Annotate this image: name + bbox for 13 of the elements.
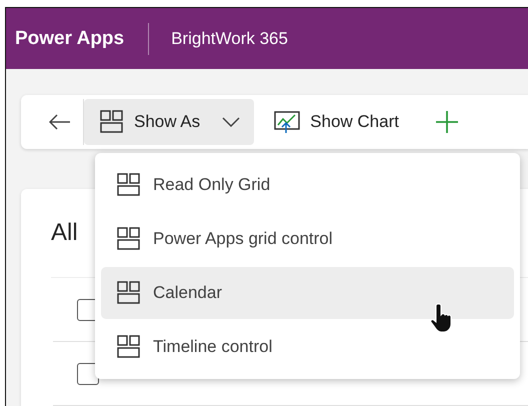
chevron-down-icon xyxy=(222,117,240,127)
grid-icon xyxy=(100,110,124,134)
view-title: All xyxy=(51,219,78,247)
app-name: Power Apps xyxy=(15,28,124,50)
grid-icon xyxy=(117,227,141,251)
grid-icon xyxy=(117,173,141,197)
show-as-button[interactable]: Show As xyxy=(84,99,254,145)
show-chart-button[interactable]: Show Chart xyxy=(258,99,413,145)
environment-name: BrightWork 365 xyxy=(171,28,288,48)
grid-icon xyxy=(117,281,141,305)
menu-item[interactable]: Calendar xyxy=(101,267,514,319)
grid-icon xyxy=(117,335,141,359)
chart-icon xyxy=(274,110,300,134)
